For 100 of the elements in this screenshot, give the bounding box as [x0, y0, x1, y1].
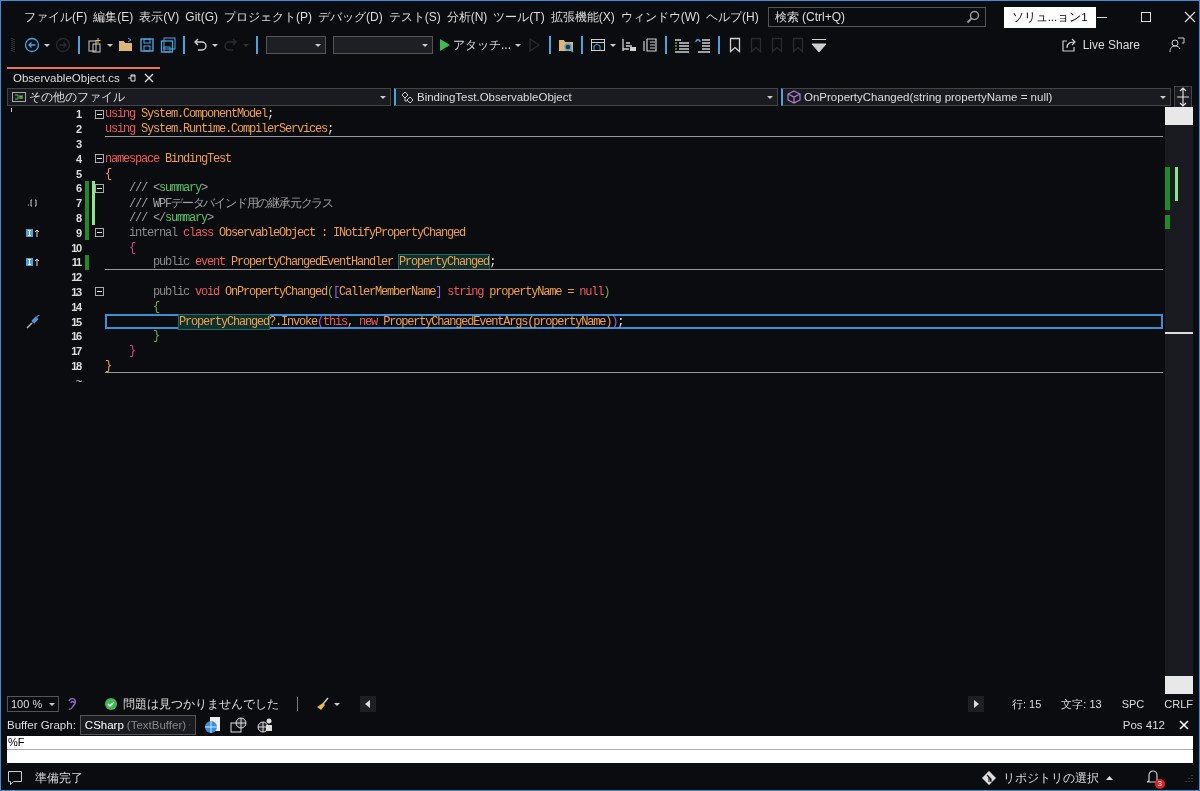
- code-line: /// WPFデータバインド用の継承元クラス: [128, 195, 333, 212]
- line-number: 18: [70, 359, 81, 372]
- menu-item[interactable]: ウィンドウ(W): [617, 8, 703, 26]
- code-line: namespace BindingTest: [105, 151, 232, 166]
- notifications-button[interactable]: 3: [1143, 769, 1163, 787]
- caret-icon: [610, 43, 616, 47]
- line-number: 2: [75, 123, 81, 136]
- buffer-text-area[interactable]: %F: [7, 736, 1193, 763]
- bell-icon: [1146, 769, 1160, 785]
- caret-icon: [380, 95, 386, 99]
- share-icon: [1060, 37, 1077, 53]
- code-line: }: [105, 358, 111, 373]
- repository-button[interactable]: リポジトリの選択: [976, 769, 1119, 787]
- line-number: 11: [70, 256, 81, 269]
- live-share-button[interactable]: Live Share: [1054, 36, 1146, 54]
- grip-icon[interactable]: [11, 37, 15, 53]
- overflow-icon: [811, 37, 827, 53]
- folder-icon: [118, 37, 134, 53]
- document-tab[interactable]: ObservableObject.cs: [7, 67, 160, 87]
- menu-item[interactable]: テスト(S): [385, 8, 444, 26]
- bookmark-icon: [727, 37, 743, 53]
- change-marker: [1165, 215, 1170, 229]
- caret-up-icon: [1106, 776, 1113, 780]
- navigation-dropdown[interactable]: BindingTest.ObservableObject: [394, 88, 778, 106]
- implements-icon[interactable]: [26, 227, 40, 238]
- collapse-icon[interactable]: [95, 287, 104, 297]
- feedback-icon[interactable]: [1169, 37, 1185, 53]
- code-line: }: [128, 344, 135, 359]
- line-ending-indicator[interactable]: CRLF: [1164, 698, 1193, 710]
- line-number: 5: [75, 167, 81, 180]
- menu-item[interactable]: プロジェクト(P): [221, 8, 315, 26]
- scroll-right-icon[interactable]: [967, 696, 984, 712]
- search-field[interactable]: 検索 (Ctrl+Q): [767, 7, 986, 27]
- globe-document-icon[interactable]: [203, 716, 222, 734]
- menu-item[interactable]: 分析(N): [443, 8, 491, 26]
- globe-person-icon[interactable]: [255, 716, 274, 734]
- navigation-dropdown[interactable]: その他のファイル: [7, 88, 391, 106]
- line-number: 17: [70, 345, 81, 358]
- caret-icon: [515, 43, 521, 47]
- menu-item[interactable]: ヘルプ(H): [703, 8, 762, 26]
- cleanup-button[interactable]: [316, 697, 340, 711]
- save-all-icon: [160, 37, 176, 53]
- scroll-left-icon[interactable]: [360, 696, 376, 712]
- class-icon: [400, 90, 414, 104]
- zoom-dropdown[interactable]: 100 %: [7, 696, 59, 712]
- resize-grip-icon[interactable]: [1185, 774, 1193, 782]
- uncomment-lines-icon: [695, 37, 711, 53]
- caret-icon: [49, 702, 55, 706]
- start-button[interactable]: アタッチ...: [437, 34, 523, 56]
- save-icon: [139, 37, 155, 53]
- toolbar-button[interactable]: [640, 35, 660, 55]
- toolbar-button[interactable]: [85, 35, 115, 55]
- code-line: /// </summary>: [128, 210, 214, 225]
- brackets-icon[interactable]: [27, 198, 39, 209]
- code-line: public void OnPropertyChanged([CallerMemberName] string propertyName = null): [152, 284, 610, 299]
- line-number: 16: [70, 330, 81, 343]
- menu-item[interactable]: Git(G): [182, 10, 221, 24]
- solution-name-badge[interactable]: ソリュ...ョン1: [1003, 6, 1096, 28]
- navigation-dropdown[interactable]: OnPropertyChanged(string propertyName = null): [781, 88, 1171, 106]
- code-line: {: [105, 166, 111, 181]
- toolbar-button[interactable]: [22, 35, 52, 55]
- menu-item[interactable]: ツール(T): [490, 8, 548, 26]
- maximize-icon[interactable]: [1139, 11, 1152, 23]
- implements-icon[interactable]: [26, 257, 40, 268]
- line-indicator[interactable]: 行: 15: [1011, 696, 1042, 712]
- toolbar-button[interactable]: [137, 35, 157, 55]
- toolbar-button[interactable]: [158, 35, 178, 55]
- close-icon[interactable]: [1183, 11, 1196, 23]
- menu-item[interactable]: ファイル(F): [21, 8, 91, 26]
- code-line: using System.Runtime.CompilerServices;: [105, 122, 334, 137]
- caret-icon: [212, 43, 218, 47]
- speech-bubble-icon[interactable]: [7, 770, 23, 786]
- collapse-icon[interactable]: [95, 109, 104, 119]
- code-line: {: [128, 240, 135, 255]
- issues-indicator[interactable]: 問題は見つかりませんでした: [105, 695, 279, 713]
- screwdriver-icon[interactable]: [25, 313, 41, 330]
- collapse-icon[interactable]: [95, 154, 104, 164]
- play-icon: [526, 37, 542, 53]
- play-icon: [439, 38, 451, 52]
- menu-item[interactable]: 表示(V): [136, 8, 183, 26]
- column-indicator[interactable]: 文字: 13: [1061, 696, 1102, 712]
- collapse-icon[interactable]: [95, 228, 104, 238]
- menu-item[interactable]: デバッグ(D): [315, 8, 386, 26]
- broom-icon: [316, 697, 330, 711]
- split-icon[interactable]: [1174, 86, 1192, 108]
- folder-search-icon: [558, 37, 574, 53]
- buffer-dropdown[interactable]: CSharp (TextBuffer): [79, 715, 196, 735]
- status-message: 準備完了: [35, 770, 83, 786]
- globe-windows-icon[interactable]: [229, 716, 248, 734]
- caret-icon: [334, 702, 340, 706]
- menu-item[interactable]: 拡張機能(X): [547, 8, 618, 26]
- comment-lines-icon: [674, 37, 690, 53]
- whitespace-indicator[interactable]: SPC: [1121, 698, 1145, 710]
- menu-item[interactable]: 編集(E): [90, 8, 137, 26]
- redo-icon: [223, 37, 239, 53]
- caret-icon: [315, 43, 321, 47]
- close-icon[interactable]: [143, 73, 154, 83]
- collapse-icon[interactable]: [95, 183, 104, 193]
- code-line: PropertyChanged?.Invoke(this, new PropertyChangedEventArgs(propertyName));: [178, 314, 624, 329]
- pin-icon[interactable]: [126, 73, 137, 83]
